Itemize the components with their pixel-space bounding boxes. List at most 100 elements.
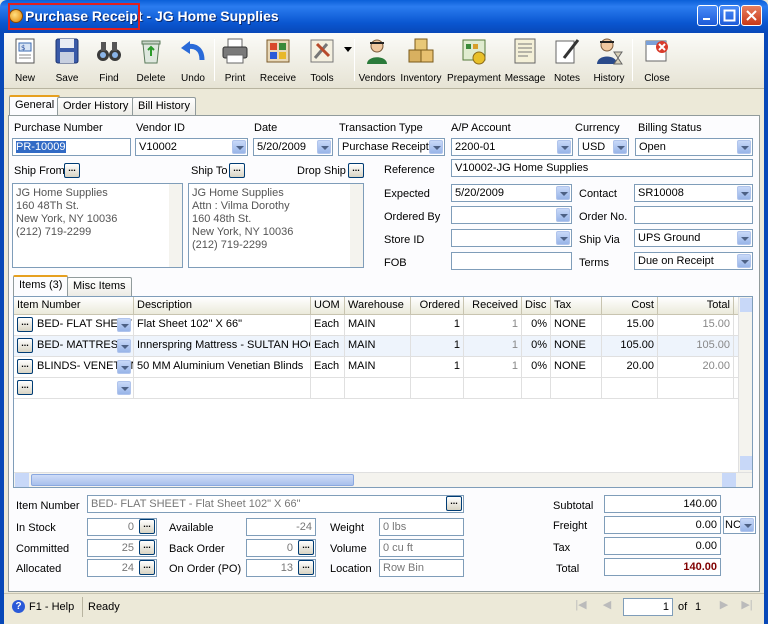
cell-tax[interactable]: [551, 378, 602, 399]
on-order-lookup-button[interactable]: ...: [298, 560, 314, 575]
in-stock-lookup-button[interactable]: ...: [139, 519, 155, 534]
chevron-down-icon[interactable]: [117, 339, 131, 353]
cell-uom[interactable]: Each: [311, 315, 345, 336]
cell-total[interactable]: 105.00: [658, 336, 734, 357]
toolbar-notes-button[interactable]: Notes: [549, 35, 585, 87]
ship-to-scrollbar[interactable]: [350, 184, 363, 267]
toolbar-print-button[interactable]: Print: [217, 35, 253, 87]
order-no-field[interactable]: [634, 206, 753, 224]
item-dropdown[interactable]: [117, 380, 132, 395]
chevron-down-icon[interactable]: [557, 140, 571, 154]
cell-description[interactable]: Innerspring Mattress - SULTAN HOG: [134, 336, 311, 357]
scroll-thumb[interactable]: [31, 474, 354, 486]
col-header-tax[interactable]: Tax: [551, 297, 602, 315]
vendor-id-combo[interactable]: V10002: [135, 138, 248, 156]
cell-description[interactable]: Flat Sheet 102" X 66": [134, 315, 311, 336]
col-header-cost[interactable]: Cost: [602, 297, 658, 315]
table-row[interactable]: ... BLINDS- VENETIAN 50 MM Aluminium Ven…: [14, 357, 739, 378]
table-row[interactable]: ... BED- MATTRESS Innerspring Mattress -…: [14, 336, 739, 357]
toolbar-save-button[interactable]: Save: [49, 35, 85, 87]
cell-warehouse[interactable]: MAIN: [345, 315, 411, 336]
chevron-down-icon[interactable]: [556, 186, 570, 200]
tools-dropdown-arrow-icon[interactable]: [344, 47, 352, 52]
toolbar-undo-button[interactable]: Undo: [175, 35, 211, 87]
ordered-by-combo[interactable]: [451, 206, 572, 224]
cell-disc[interactable]: 0%: [522, 357, 551, 378]
toolbar-close-button[interactable]: Close: [639, 35, 675, 87]
cell-uom[interactable]: [311, 378, 345, 399]
chevron-down-icon[interactable]: [556, 208, 570, 222]
purchase-number-field[interactable]: PR-10009: [12, 138, 131, 156]
grid-horizontal-scrollbar[interactable]: [14, 472, 752, 487]
ship-from-address[interactable]: JG Home Supplies 160 48Th St. New York, …: [12, 183, 183, 268]
currency-combo[interactable]: USD: [578, 138, 629, 156]
toolbar-delete-button[interactable]: Delete: [133, 35, 169, 87]
ship-from-scrollbar[interactable]: [169, 184, 182, 267]
prev-page-icon[interactable]: ◀: [599, 598, 615, 614]
transaction-type-combo[interactable]: Purchase Receipt: [338, 138, 445, 156]
tab-items[interactable]: Items (3): [13, 275, 69, 296]
ship-to-lookup-button[interactable]: ...: [229, 163, 245, 178]
scroll-up-icon[interactable]: [740, 298, 752, 312]
allocated-lookup-button[interactable]: ...: [139, 560, 155, 575]
tab-misc-items[interactable]: Misc Items: [67, 277, 132, 296]
cell-received[interactable]: 1: [464, 357, 522, 378]
next-page-icon[interactable]: ▶: [716, 598, 732, 614]
cell-total[interactable]: 20.00: [658, 357, 734, 378]
chevron-down-icon[interactable]: [613, 140, 627, 154]
tab-bill-history[interactable]: Bill History: [132, 97, 196, 116]
cell-tax[interactable]: NONE: [551, 336, 602, 357]
back-order-lookup-button[interactable]: ...: [298, 540, 314, 555]
col-header-uom[interactable]: UOM: [311, 297, 345, 315]
chevron-down-icon[interactable]: [317, 140, 331, 154]
toolbar-receive-button[interactable]: Receive: [257, 35, 299, 87]
scroll-down-icon[interactable]: [740, 456, 752, 470]
first-page-icon[interactable]: |◀: [573, 598, 589, 614]
cell-description[interactable]: [134, 378, 311, 399]
item-dropdown[interactable]: [117, 338, 132, 353]
cell-warehouse[interactable]: MAIN: [345, 357, 411, 378]
item-lookup-button[interactable]: ...: [17, 317, 33, 332]
cell-ordered[interactable]: 1: [411, 315, 464, 336]
date-combo[interactable]: 5/20/2009: [253, 138, 333, 156]
contact-combo[interactable]: SR10008: [634, 184, 753, 202]
col-header-item-number[interactable]: Item Number: [14, 297, 134, 315]
cell-tax[interactable]: NONE: [551, 357, 602, 378]
chevron-down-icon[interactable]: [740, 518, 754, 532]
cell-received[interactable]: 1: [464, 336, 522, 357]
item-lookup-button[interactable]: ...: [17, 380, 33, 395]
freight-code-combo[interactable]: NC: [723, 516, 756, 534]
tab-order-history[interactable]: Order History: [57, 97, 135, 116]
last-page-icon[interactable]: ▶|: [738, 598, 756, 614]
chevron-down-icon[interactable]: [117, 381, 131, 395]
toolbar-inventory-button[interactable]: Inventory: [399, 35, 443, 87]
table-row-new[interactable]: ...: [14, 378, 739, 399]
expected-combo[interactable]: 5/20/2009: [451, 184, 572, 202]
chevron-down-icon[interactable]: [117, 360, 131, 374]
col-header-warehouse[interactable]: Warehouse: [345, 297, 411, 315]
minimize-button[interactable]: [697, 5, 718, 26]
terms-combo[interactable]: Due on Receipt: [634, 252, 753, 270]
help-label[interactable]: F1 - Help: [29, 601, 74, 613]
cell-disc[interactable]: [522, 378, 551, 399]
cell-received[interactable]: 1: [464, 315, 522, 336]
cell-warehouse[interactable]: MAIN: [345, 336, 411, 357]
ship-to-address[interactable]: JG Home Supplies Attn : Vilma Dorothy 16…: [188, 183, 364, 268]
cell-uom[interactable]: Each: [311, 357, 345, 378]
help-icon[interactable]: ?: [12, 600, 25, 613]
chevron-down-icon[interactable]: [737, 231, 751, 245]
toolbar-history-button[interactable]: History: [591, 35, 627, 87]
chevron-down-icon[interactable]: [429, 140, 443, 154]
chevron-down-icon[interactable]: [737, 140, 751, 154]
reference-field[interactable]: V10002-JG Home Supplies: [451, 159, 753, 177]
fob-field[interactable]: [451, 252, 572, 270]
toolbar-prepayment-button[interactable]: Prepayment: [446, 35, 502, 87]
committed-lookup-button[interactable]: ...: [139, 540, 155, 555]
chevron-down-icon[interactable]: [117, 318, 131, 332]
maximize-button[interactable]: [719, 5, 740, 26]
col-header-description[interactable]: Description: [134, 297, 311, 315]
freight-field[interactable]: 0.00: [604, 516, 721, 534]
store-id-combo[interactable]: [451, 229, 572, 247]
cell-cost[interactable]: [602, 378, 658, 399]
cell-total[interactable]: [658, 378, 734, 399]
